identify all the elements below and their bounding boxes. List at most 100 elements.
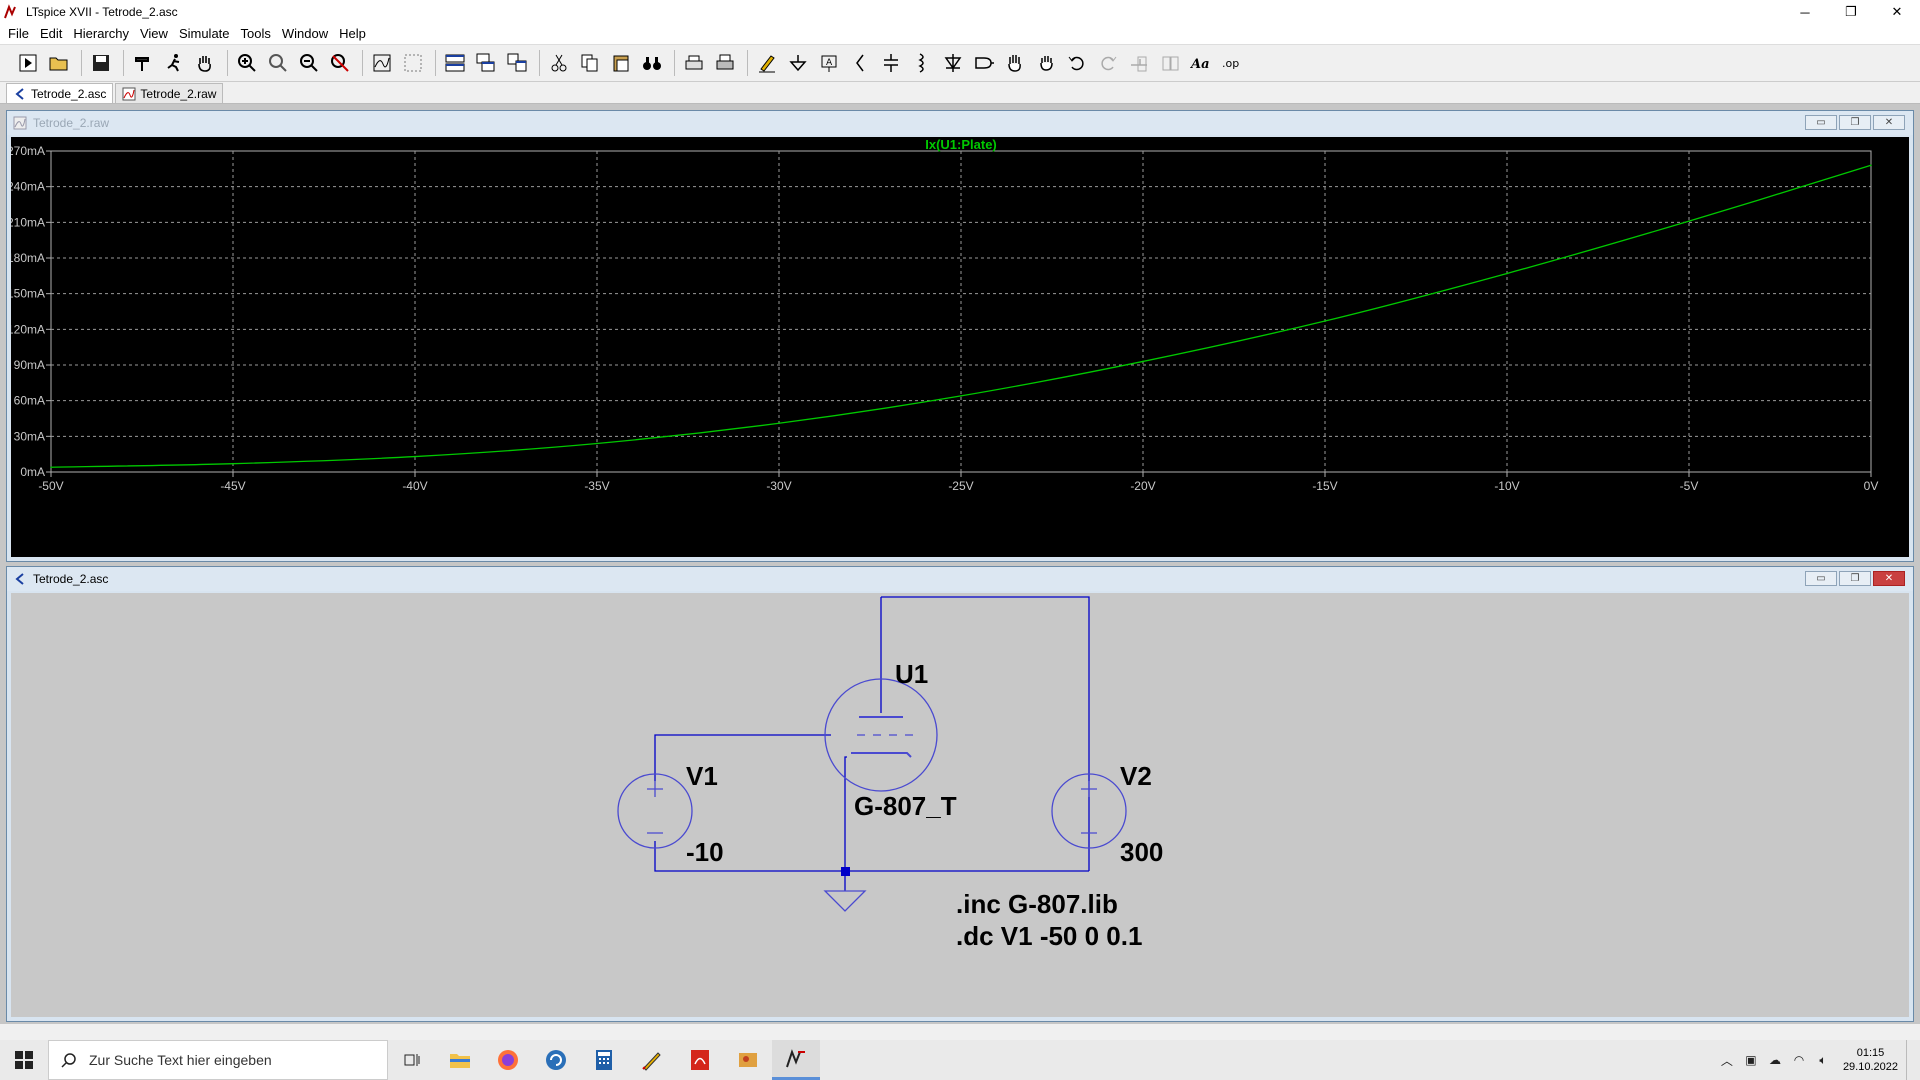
x-tick-label: -50V [38, 479, 63, 493]
halt-button[interactable] [160, 49, 188, 77]
child-minimize-button[interactable]: ▭ [1805, 571, 1837, 586]
clock-time: 01:15 [1856, 1047, 1885, 1059]
waveform-plot: -50V -45V -40V -35V -30V -25V -20V -15V -10V -5V 0… [7, 137, 1878, 493]
minimize-button[interactable]: ─ [1782, 0, 1828, 24]
dc-directive[interactable]: .dc V1 -50 0 0.1 [956, 921, 1142, 951]
drag-button[interactable] [1032, 49, 1060, 77]
taskbar-app-blue[interactable] [532, 1040, 580, 1080]
menu-view[interactable]: View [136, 26, 175, 41]
schematic-canvas[interactable]: U1 G-807_T V1 -10 V2 300 .inc G-807.lib … [11, 593, 1909, 1017]
move-button[interactable] [1001, 49, 1029, 77]
paste-button[interactable] [607, 49, 635, 77]
menu-help[interactable]: Help [335, 26, 373, 41]
toolbar-divider [362, 50, 363, 76]
pan-button[interactable] [191, 49, 219, 77]
draw-wire-button[interactable] [753, 49, 781, 77]
mirror-button[interactable] [1156, 49, 1184, 77]
zoom-fit-button[interactable] [326, 49, 354, 77]
open-button[interactable] [45, 49, 73, 77]
spice-directive-button[interactable]: .op [1218, 49, 1246, 77]
child-close-button[interactable]: ✕ [1873, 115, 1905, 130]
taskbar-firefox[interactable] [484, 1040, 532, 1080]
child-restore-button[interactable]: ❐ [1839, 571, 1871, 586]
pencil-icon [759, 55, 775, 73]
cut-button[interactable] [545, 49, 573, 77]
place-inductor-button[interactable] [908, 49, 936, 77]
pen-icon [642, 1052, 661, 1071]
rotate-button[interactable] [1125, 49, 1153, 77]
menu-hierarchy[interactable]: Hierarchy [69, 26, 136, 41]
tile-vertical-button[interactable] [503, 49, 531, 77]
menu-tools[interactable]: Tools [237, 26, 278, 41]
show-desktop-button[interactable] [1906, 1040, 1912, 1080]
copy-button[interactable] [576, 49, 604, 77]
place-capacitor-button[interactable] [877, 49, 905, 77]
close-button[interactable]: ✕ [1874, 0, 1920, 24]
taskbar-acrobat[interactable] [676, 1040, 724, 1080]
tile-horizontal-button[interactable] [441, 49, 469, 77]
menu-file[interactable]: File [4, 26, 36, 41]
network-icon[interactable]: ◠ [1787, 1053, 1811, 1067]
print-button[interactable] [680, 49, 708, 77]
rotate-icon [1131, 56, 1147, 72]
taskbar-ltspice[interactable] [772, 1040, 820, 1080]
child-close-button[interactable]: ✕ [1873, 571, 1905, 586]
v2-value-label[interactable]: 300 [1120, 837, 1163, 867]
place-component-button[interactable] [970, 49, 998, 77]
menu-window[interactable]: Window [278, 26, 335, 41]
cloud-icon[interactable]: ☁ [1763, 1053, 1787, 1067]
cascade-button[interactable] [472, 49, 500, 77]
delete-trace-button[interactable] [399, 49, 427, 77]
label-net-button[interactable]: A [815, 49, 843, 77]
place-diode-button[interactable] [939, 49, 967, 77]
schematic-window-header[interactable]: Tetrode_2.asc ▭ ❐ ✕ [7, 567, 1913, 591]
find-button[interactable] [638, 49, 666, 77]
waveform-window-header[interactable]: Tetrode_2.raw ▭ ❐ ✕ [7, 111, 1913, 135]
taskbar-calculator[interactable] [580, 1040, 628, 1080]
clock[interactable]: 01:15 29.10.2022 [1835, 1046, 1906, 1074]
autorange-button[interactable] [368, 49, 396, 77]
tab-tetrode-raw[interactable]: Tetrode_2.raw [115, 83, 224, 103]
volume-icon[interactable]: 🔈︎ [1811, 1053, 1835, 1068]
data-point [50, 466, 52, 469]
chevron-up-icon[interactable]: ︿ [1715, 1052, 1739, 1069]
plot-area[interactable]: -50V -45V -40V -35V -30V -25V -20V -15V -10V -5V 0… [7, 137, 1909, 557]
run-button[interactable] [14, 49, 42, 77]
child-minimize-button[interactable]: ▭ [1805, 115, 1837, 130]
redo-button[interactable] [1094, 49, 1122, 77]
text-button[interactable]: Aa [1187, 49, 1215, 77]
voltage-source-v1 [617, 773, 693, 849]
calculator-icon [596, 1050, 612, 1070]
print-preview-button[interactable] [711, 49, 739, 77]
taskbar-search-box[interactable]: Zur Suche Text hier eingeben [48, 1040, 388, 1080]
place-ground-button[interactable] [784, 49, 812, 77]
menu-edit[interactable]: Edit [36, 26, 69, 41]
place-resistor-button[interactable] [846, 49, 874, 77]
task-view-button[interactable] [388, 1040, 436, 1080]
pdf-icon [691, 1050, 709, 1070]
zoom-area-button[interactable] [264, 49, 292, 77]
taskbar-pen-app[interactable] [628, 1040, 676, 1080]
taskbar-explorer[interactable] [436, 1040, 484, 1080]
zoom-out-button[interactable] [295, 49, 323, 77]
menu-simulate[interactable]: Simulate [175, 26, 237, 41]
ltspice-app-icon [4, 4, 16, 19]
child-restore-button[interactable]: ❐ [1839, 115, 1871, 130]
save-button[interactable] [87, 49, 115, 77]
control-panel-button[interactable] [129, 49, 157, 77]
v1-value-label[interactable]: -10 [686, 837, 724, 867]
tube-ref-label[interactable]: U1 [895, 659, 928, 689]
tab-tetrode-asc[interactable]: Tetrode_2.asc [6, 83, 114, 103]
data-point [232, 462, 234, 465]
v2-name-label[interactable]: V2 [1120, 761, 1152, 791]
meet-now-icon[interactable]: ▣ [1739, 1053, 1763, 1067]
start-button[interactable] [0, 1040, 48, 1080]
zoom-in-button[interactable] [233, 49, 261, 77]
taskbar-image-app[interactable] [724, 1040, 772, 1080]
v1-name-label[interactable]: V1 [686, 761, 718, 791]
restore-button[interactable]: ❐ [1828, 0, 1874, 24]
tube-model-label[interactable]: G-807_T [854, 791, 957, 821]
x-tick-label: -10V [1494, 479, 1519, 493]
inc-directive[interactable]: .inc G-807.lib [956, 889, 1118, 919]
undo-button[interactable] [1063, 49, 1091, 77]
